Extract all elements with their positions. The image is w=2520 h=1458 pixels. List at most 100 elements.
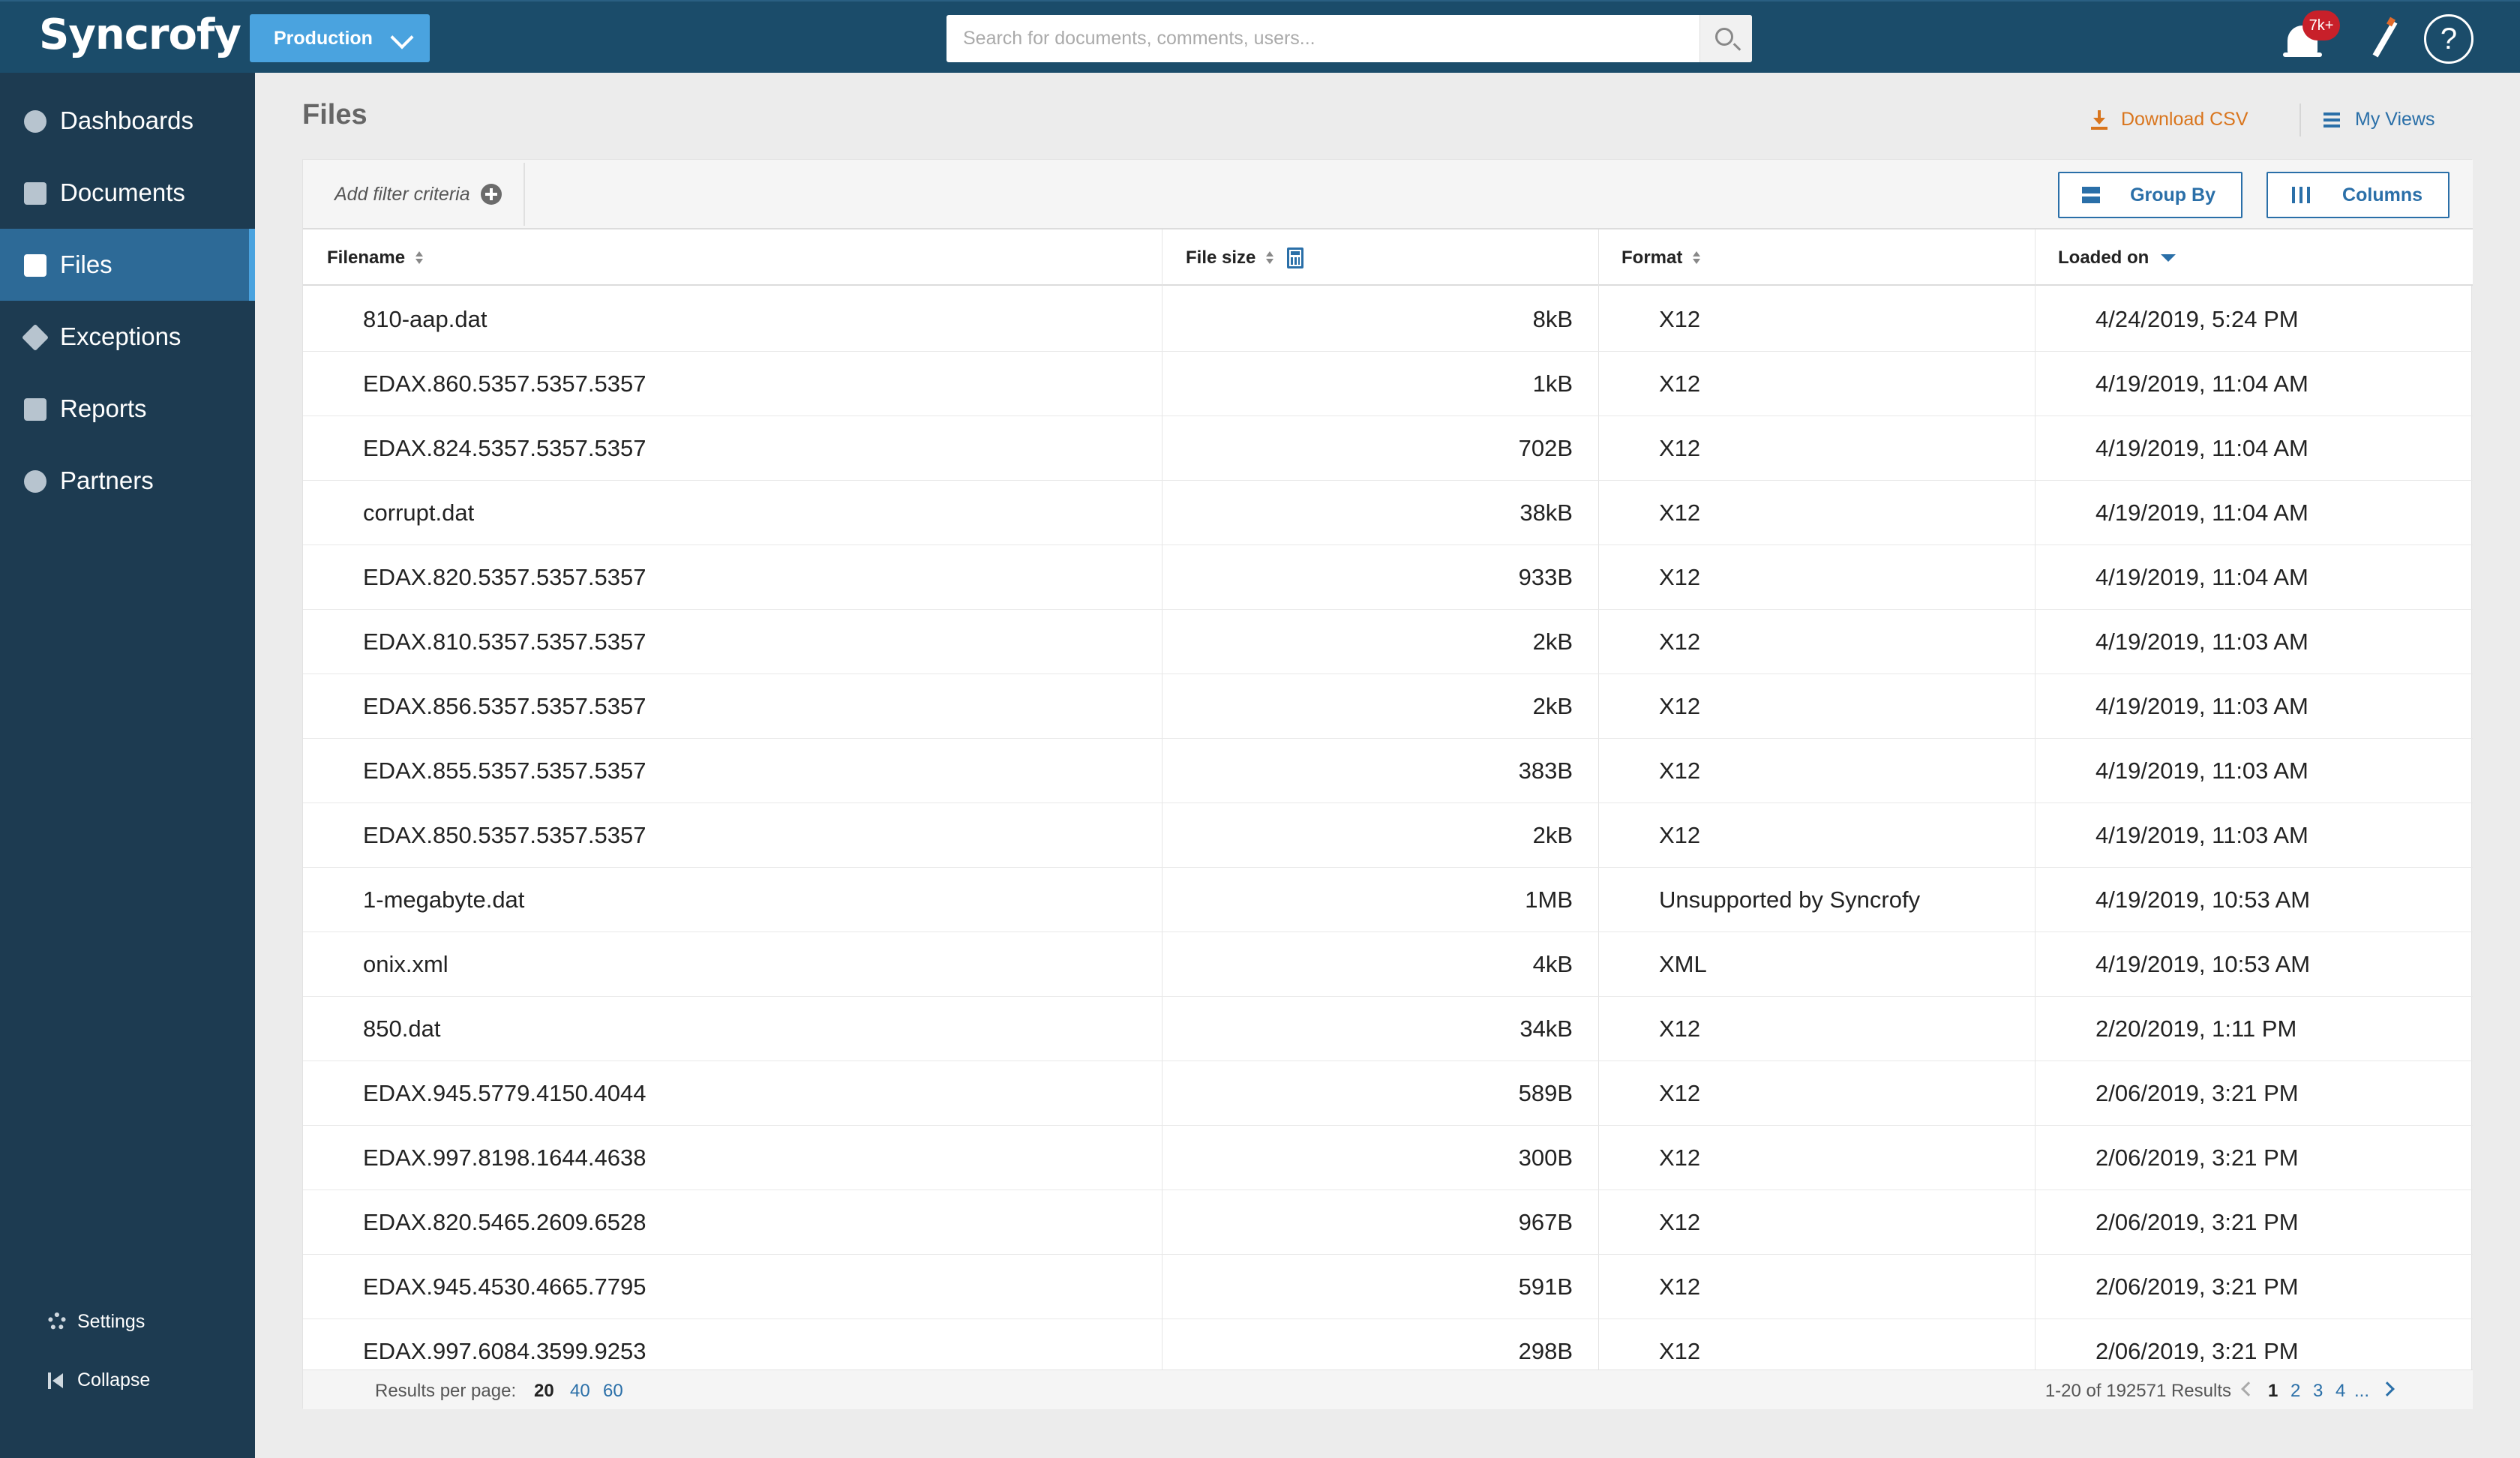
download-csv-button[interactable]: Download CSV — [2091, 109, 2248, 130]
column-header-file-size[interactable]: File size — [1186, 230, 1304, 286]
exception-icon — [21, 323, 50, 352]
sort-descending-icon — [2161, 254, 2176, 262]
file-size-cell: 933B — [1518, 564, 1573, 590]
column-header-label: Format — [1622, 247, 1683, 268]
loaded-on-cell: 2/06/2019, 3:21 PM — [2096, 1274, 2299, 1300]
format-cell: X12 — [1659, 564, 1701, 590]
table-row[interactable]: EDAX.810.5357.5357.5357 2kB X12 4/19/2019, … — [303, 610, 2473, 674]
sidebar-item-label: Files — [60, 250, 112, 278]
page-number-4[interactable]: 4 — [2336, 1381, 2345, 1402]
file-size-cell: 591B — [1518, 1274, 1573, 1300]
table-row[interactable]: 810-aap.dat 8kB X12 4/24/2019, 5:24 PM — [303, 287, 2473, 352]
collapse-icon — [48, 1372, 64, 1389]
sidebar-item-files[interactable]: Files — [0, 229, 255, 301]
previous-page-icon[interactable] — [2241, 1382, 2256, 1396]
global-search — [946, 15, 1752, 62]
pencil-icon[interactable] — [2362, 16, 2408, 63]
filename-cell: EDAX.997.8198.1644.4638 — [363, 1144, 646, 1171]
group-by-icon — [2082, 187, 2100, 203]
file-size-cell: 34kB — [1520, 1016, 1573, 1042]
table-row[interactable]: EDAX.997.6084.3599.9253 298B X12 2/06/2019,… — [303, 1319, 2473, 1370]
documents-icon — [24, 182, 46, 205]
table-row[interactable]: EDAX.945.4530.4665.7795 591B X12 2/06/2019,… — [303, 1255, 2473, 1319]
group-by-label: Group By — [2130, 184, 2216, 206]
table-row[interactable]: EDAX.997.8198.1644.4638 300B X12 2/06/2019,… — [303, 1126, 2473, 1190]
per-page-option-40[interactable]: 40 — [570, 1381, 590, 1402]
page-number-1[interactable]: 1 — [2268, 1381, 2278, 1402]
sidebar-item-label: Dashboards — [60, 106, 194, 134]
search-input[interactable] — [946, 15, 1696, 62]
table-row[interactable]: EDAX.945.5779.4150.4044 589B X12 2/06/2019,… — [303, 1061, 2473, 1126]
help-button[interactable]: ? — [2424, 14, 2474, 64]
sidebar-item-reports[interactable]: Reports — [0, 373, 255, 445]
search-icon — [1715, 28, 1733, 46]
page-title: Files — [302, 99, 368, 130]
download-csv-label: Download CSV — [2121, 109, 2248, 130]
page-number-2[interactable]: 2 — [2290, 1381, 2300, 1402]
table-row[interactable]: EDAX.850.5357.5357.5357 2kB X12 4/19/2019, … — [303, 803, 2473, 868]
filter-toolbar: Add filter criteria Group By Columns — [303, 160, 2473, 230]
column-header-loaded-on[interactable]: Loaded on — [2058, 230, 2176, 286]
column-header-label: Filename — [327, 247, 406, 268]
notification-count-badge: 7k+ — [2302, 10, 2340, 40]
loaded-on-cell: 4/19/2019, 10:53 AM — [2096, 886, 2311, 913]
header-divider — [2300, 104, 2301, 136]
loaded-on-cell: 4/24/2019, 5:24 PM — [2096, 306, 2299, 332]
filename-cell: 1-megabyte.dat — [363, 886, 525, 913]
format-cell: X12 — [1659, 758, 1701, 784]
file-size-cell: 300B — [1518, 1144, 1573, 1171]
next-page-icon[interactable] — [2380, 1382, 2395, 1396]
reports-icon — [24, 398, 46, 421]
per-page-option-20[interactable]: 20 — [534, 1381, 554, 1402]
filename-cell: corrupt.dat — [363, 500, 475, 526]
add-circle-icon — [480, 184, 502, 205]
environment-dropdown[interactable]: Production — [250, 14, 430, 62]
sidebar-item-partners[interactable]: Partners — [0, 445, 255, 517]
table-row[interactable]: EDAX.824.5357.5357.5357 702B X12 4/19/2019,… — [303, 416, 2473, 481]
my-views-button[interactable]: My Views — [2324, 109, 2435, 130]
sidebar-item-label: Exceptions — [60, 322, 182, 350]
sidebar-item-dashboards[interactable]: Dashboards — [0, 85, 255, 157]
download-base — [2091, 126, 2108, 130]
column-header-format[interactable]: Format — [1622, 230, 1701, 286]
format-cell: X12 — [1659, 1274, 1701, 1300]
per-page-option-60[interactable]: 60 — [603, 1381, 623, 1402]
syncrofy-logo[interactable]: Syncrofy — [39, 10, 242, 59]
format-cell: X12 — [1659, 1016, 1701, 1042]
loaded-on-cell: 4/19/2019, 10:53 AM — [2096, 951, 2311, 977]
sort-icon — [416, 250, 424, 266]
file-size-cell: 298B — [1518, 1338, 1573, 1364]
table-row[interactable]: EDAX.856.5357.5357.5357 2kB X12 4/19/2019, … — [303, 674, 2473, 739]
sidebar-item-documents[interactable]: Documents — [0, 157, 255, 229]
table-row[interactable]: EDAX.860.5357.5357.5357 1kB X12 4/19/2019, … — [303, 352, 2473, 416]
sidebar-item-label: Reports — [60, 394, 147, 422]
table-row[interactable]: corrupt.dat 38kB X12 4/19/2019, 11:04 AM — [303, 481, 2473, 545]
collapse-icon-arrow — [52, 1373, 63, 1388]
file-size-cell: 8kB — [1532, 306, 1573, 332]
collapse-icon-bar — [48, 1372, 51, 1389]
columns-button[interactable]: Columns — [2266, 172, 2450, 218]
table-row[interactable]: onix.xml 4kB XML 4/19/2019, 10:53 AM — [303, 932, 2473, 997]
table-row[interactable]: EDAX.855.5357.5357.5357 383B X12 4/19/2019,… — [303, 739, 2473, 803]
group-by-button[interactable]: Group By — [2058, 172, 2242, 218]
filename-cell: EDAX.850.5357.5357.5357 — [363, 822, 646, 848]
page-number-3[interactable]: 3 — [2313, 1381, 2323, 1402]
table-row[interactable]: 850.dat 34kB X12 2/20/2019, 1:11 PM — [303, 997, 2473, 1061]
calculator-icon[interactable] — [1287, 247, 1304, 268]
table-row[interactable]: EDAX.820.5465.2609.6528 967B X12 2/06/2019,… — [303, 1190, 2473, 1255]
table-body: 810-aap.dat 8kB X12 4/24/2019, 5:24 PM EDAX.… — [303, 287, 2473, 1370]
sidebar-item-exceptions[interactable]: Exceptions — [0, 301, 255, 373]
table-row[interactable]: 1-megabyte.dat 1MB Unsupported by Syncrofy… — [303, 868, 2473, 932]
environment-label: Production — [274, 27, 373, 49]
settings-link[interactable]: Settings — [0, 1299, 255, 1344]
search-button[interactable] — [1700, 15, 1752, 62]
settings-label: Settings — [77, 1310, 146, 1332]
filename-cell: EDAX.855.5357.5357.5357 — [363, 758, 646, 784]
column-header-filename[interactable]: Filename — [327, 230, 424, 286]
add-filter-button[interactable]: Add filter criteria — [310, 163, 525, 226]
page-ellipsis: ... — [2354, 1381, 2370, 1401]
collapse-sidebar-button[interactable]: Collapse — [0, 1358, 255, 1402]
download-icon — [2091, 110, 2108, 130]
table-row[interactable]: EDAX.820.5357.5357.5357 933B X12 4/19/2019,… — [303, 545, 2473, 610]
filename-cell: EDAX.856.5357.5357.5357 — [363, 693, 646, 719]
